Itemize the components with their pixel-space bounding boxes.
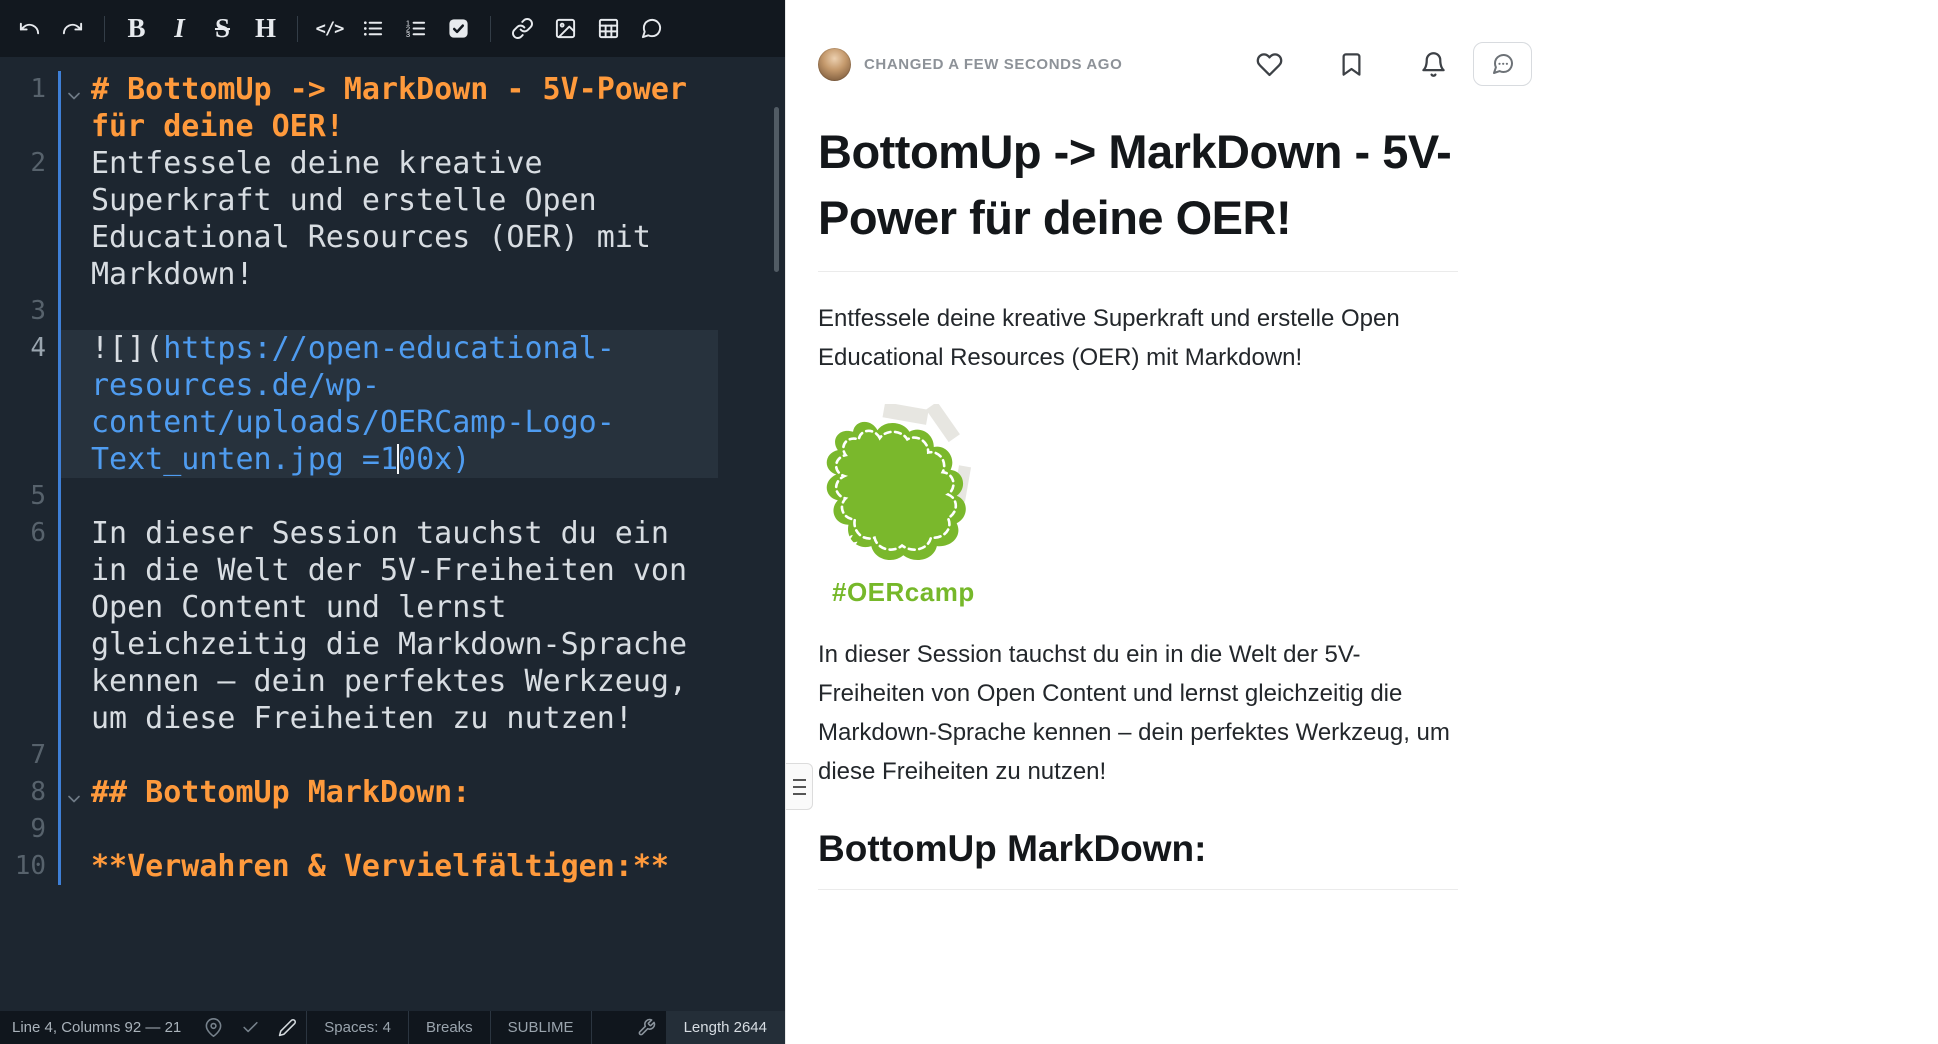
status-icons xyxy=(195,1018,306,1037)
preview-heading: BottomUp -> MarkDown - 5V-Power für dein… xyxy=(818,119,1458,272)
bold-icon[interactable]: B xyxy=(115,8,158,50)
check-icon[interactable] xyxy=(241,1018,260,1037)
last-changed-label: CHANGED A FEW SECONDS AGO xyxy=(864,56,1122,73)
editor-line[interactable]: 10 **Verwahren & Vervielfältigen:** xyxy=(0,848,785,885)
image-icon[interactable] xyxy=(544,8,587,50)
code-segment: 00x) xyxy=(398,442,470,477)
line-content[interactable]: In dieser Session tauchst du ein in die … xyxy=(58,515,718,737)
status-bar: Line 4, Columns 92 — 21 Spaces: 4 Breaks… xyxy=(0,1011,785,1044)
toolbar-divider xyxy=(297,16,298,42)
status-linebreaks-toggle[interactable]: Breaks xyxy=(408,1011,490,1044)
line-number: 2 xyxy=(0,145,58,182)
heading-icon[interactable]: H xyxy=(244,8,287,50)
pin-icon[interactable] xyxy=(204,1018,223,1037)
wrench-icon[interactable] xyxy=(637,1018,656,1037)
comment-icon[interactable] xyxy=(630,8,673,50)
line-content[interactable] xyxy=(58,478,718,515)
redo-icon[interactable] xyxy=(51,8,94,50)
checklist-icon[interactable] xyxy=(437,8,480,50)
svg-text:3: 3 xyxy=(406,30,410,39)
app-window: BISH </> 123 1 # BottomUp -> MarkDown - 5V-… xyxy=(0,0,1938,1044)
line-content[interactable]: ![](https://open-educational- resources.… xyxy=(58,330,718,478)
editor-line[interactable]: 9 xyxy=(0,811,785,848)
table-icon[interactable] xyxy=(587,8,630,50)
code-segment: Entfessele deine kreative Superkraft und… xyxy=(91,146,669,292)
markdown-toolbar: BISH </> 123 xyxy=(0,0,785,57)
editor-line[interactable]: 1 # BottomUp -> MarkDown - 5V-Power für d… xyxy=(0,71,785,145)
line-number: 10 xyxy=(0,848,58,885)
cursor-position-label: Line 4, Columns 92 — 21 xyxy=(12,1019,181,1036)
preview-body-paragraph: In dieser Session tauchst du ein in die … xyxy=(818,635,1458,791)
code-segment: ## BottomUp MarkDown: xyxy=(91,775,470,810)
editor-line[interactable]: 3 xyxy=(0,293,785,330)
line-number: 6 xyxy=(0,515,58,552)
code-segment: **Verwahren & Vervielfältigen:** xyxy=(91,849,669,884)
editor-line[interactable]: 8 ## BottomUp MarkDown: xyxy=(0,774,785,811)
editor-line[interactable]: 5 xyxy=(0,478,785,515)
code-icon[interactable]: </> xyxy=(308,8,351,50)
editor-line[interactable]: 2 Entfessele deine kreative Superkraft un… xyxy=(0,145,785,293)
preview-subheading: BottomUp MarkDown: xyxy=(818,825,1458,890)
line-number: 1 xyxy=(0,71,58,108)
oercamp-logo-image: ✂ #OERcamp xyxy=(818,404,993,608)
line-number: 8 xyxy=(0,774,58,811)
line-content[interactable] xyxy=(58,737,718,774)
line-number: 5 xyxy=(0,478,58,515)
oercamp-flame-graphic: ✂ xyxy=(818,404,978,580)
editor-scrollbar[interactable] xyxy=(774,107,779,272)
line-content[interactable]: Entfessele deine kreative Superkraft und… xyxy=(58,145,718,293)
strikethrough-icon[interactable]: S xyxy=(201,8,244,50)
author-avatar[interactable] xyxy=(818,48,851,81)
preview-pane: CHANGED A FEW SECONDS AGO BottomUp -> Ma… xyxy=(785,0,1938,1044)
line-content[interactable]: # BottomUp -> MarkDown - 5V-Power für de… xyxy=(58,71,718,145)
code-segment: https://open-educational- resources.de/w… xyxy=(91,331,615,477)
undo-icon[interactable] xyxy=(8,8,51,50)
comments-button[interactable] xyxy=(1473,42,1532,86)
preview-document: BottomUp -> MarkDown - 5V-Power für dein… xyxy=(818,119,1458,890)
line-content[interactable]: ## BottomUp MarkDown: xyxy=(58,774,718,811)
italic-icon[interactable]: I xyxy=(158,8,201,50)
editor-line[interactable]: 7 xyxy=(0,737,785,774)
line-content[interactable] xyxy=(58,293,718,330)
link-icon[interactable] xyxy=(501,8,544,50)
status-spaces-toggle[interactable]: Spaces: 4 xyxy=(306,1011,408,1044)
editor-line[interactable]: 4![](https://open-educational- resources… xyxy=(0,330,785,478)
bookmark-icon[interactable] xyxy=(1338,51,1365,78)
editor-line[interactable]: 6 In dieser Session tauchst du ein in die… xyxy=(0,515,785,737)
line-number: 4 xyxy=(0,330,58,367)
preview-topbar: CHANGED A FEW SECONDS AGO xyxy=(818,42,1532,86)
brush-icon[interactable] xyxy=(278,1018,297,1037)
heart-icon[interactable] xyxy=(1256,51,1283,78)
toolbar-divider xyxy=(104,16,105,42)
bullet-list-icon[interactable] xyxy=(351,8,394,50)
status-keymap-toggle[interactable]: SUBLIME xyxy=(490,1011,592,1044)
code-segment: In dieser Session tauchst du ein in die … xyxy=(91,516,705,736)
code-segment: ![]( xyxy=(91,331,163,366)
preview-intro-paragraph: Entfessele deine kreative Superkraft und… xyxy=(818,299,1458,377)
line-number: 7 xyxy=(0,737,58,774)
oercamp-logo-caption: #OERcamp xyxy=(818,577,993,608)
line-content[interactable]: **Verwahren & Vervielfältigen:** xyxy=(58,848,718,885)
fold-chevron-down-icon[interactable] xyxy=(64,781,84,801)
code-segment: # BottomUp -> MarkDown - 5V-Power für de… xyxy=(91,72,705,144)
bell-icon[interactable] xyxy=(1420,51,1447,78)
toolbar-divider xyxy=(490,16,491,42)
line-content[interactable] xyxy=(58,811,718,848)
document-length-label: Length 2644 xyxy=(666,1011,785,1044)
numbered-list-icon[interactable]: 123 xyxy=(394,8,437,50)
editor-pane: BISH </> 123 1 # BottomUp -> MarkDown - 5V-… xyxy=(0,0,785,1044)
pane-resize-handle[interactable] xyxy=(786,763,813,810)
line-number: 9 xyxy=(0,811,58,848)
fold-chevron-down-icon[interactable] xyxy=(64,78,84,98)
line-number: 3 xyxy=(0,293,58,330)
editor-surface[interactable]: 1 # BottomUp -> MarkDown - 5V-Power für d… xyxy=(0,57,785,1011)
